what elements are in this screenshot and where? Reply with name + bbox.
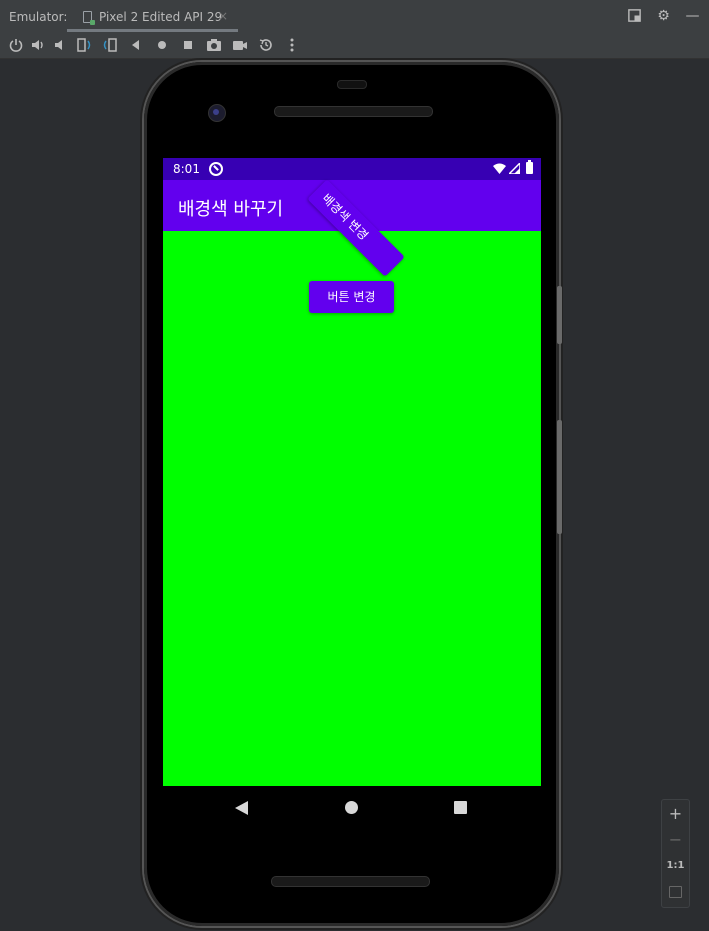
nav-recents-icon[interactable] (454, 801, 467, 814)
zoom-in-button[interactable]: + (662, 804, 689, 823)
volume-down-icon[interactable] (52, 37, 68, 53)
device-icon (83, 11, 95, 25)
status-bar: 8:01 (163, 158, 541, 180)
app-title: 배경색 바꾸기 (178, 199, 284, 220)
signal-icon (509, 163, 520, 174)
snapshot-icon[interactable] (258, 37, 274, 53)
top-speaker (274, 106, 433, 117)
status-time: 8:01 (173, 162, 200, 176)
minimize-icon[interactable]: — (685, 8, 700, 24)
front-camera-icon (208, 104, 226, 122)
wifi-icon (493, 163, 506, 174)
volume-up-icon[interactable] (30, 37, 46, 53)
layout-icon[interactable] (627, 8, 642, 24)
navigation-bar (163, 786, 541, 830)
device-screen[interactable]: 8:01 배경색 바꾸기 배경색 변경 버튼 변경 (163, 158, 541, 786)
rotate-right-icon[interactable] (102, 37, 118, 53)
more-icon[interactable] (284, 37, 300, 53)
screenshot-icon[interactable] (206, 37, 222, 53)
nav-back-icon[interactable] (235, 801, 248, 815)
change-button[interactable]: 버튼 변경 (309, 281, 394, 313)
gear-icon[interactable]: ⚙ (656, 8, 671, 24)
tab-active-indicator (67, 29, 238, 32)
zoom-actual-size-button[interactable]: 1:1 (662, 860, 689, 871)
rotate-left-icon[interactable] (76, 37, 92, 53)
data-saver-icon (209, 162, 223, 176)
proximity-sensor (337, 80, 367, 89)
bottom-speaker (271, 876, 430, 887)
device-tab-label: Pixel 2 Edited API 29 (99, 10, 223, 24)
power-side-button[interactable] (557, 286, 562, 344)
title-bar-actions: ⚙ — (627, 8, 700, 24)
screen-record-icon[interactable] (232, 37, 248, 53)
overview-icon[interactable] (180, 37, 196, 53)
back-icon[interactable] (128, 37, 144, 53)
power-icon[interactable] (8, 37, 24, 53)
zoom-fit-icon[interactable] (669, 886, 682, 898)
volume-side-button[interactable] (557, 420, 562, 534)
device-tab[interactable]: Pixel 2 Edited API 29 × (67, 0, 240, 33)
battery-icon (526, 160, 533, 174)
zoom-out-button[interactable]: − (662, 830, 689, 849)
emulator-toolbar (0, 33, 709, 59)
home-icon[interactable] (154, 37, 170, 53)
emulator-label: Emulator: (9, 10, 68, 24)
nav-home-icon[interactable] (345, 801, 358, 814)
emulator-title-bar: Emulator: Pixel 2 Edited API 29 × ⚙ — (0, 0, 709, 34)
close-tab-icon[interactable]: × (218, 9, 228, 23)
zoom-panel: + − 1:1 (661, 799, 690, 908)
